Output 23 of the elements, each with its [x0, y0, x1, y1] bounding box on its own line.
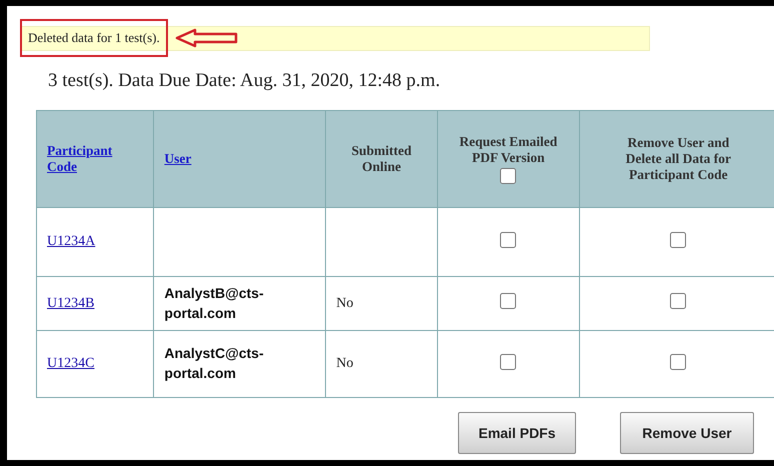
pdf-request-checkbox[interactable] [500, 354, 516, 370]
code-link[interactable]: U1234B [47, 296, 94, 310]
column-header: Request Emailed PDF Version [458, 134, 558, 166]
select-all-checkbox[interactable] [500, 168, 516, 184]
pdf-request-checkbox[interactable] [500, 293, 516, 309]
submitted-status: No [336, 356, 354, 371]
remove-checkbox[interactable] [670, 354, 686, 370]
pdf-request-checkbox[interactable] [500, 232, 516, 248]
remove-checkbox[interactable] [670, 293, 686, 309]
code-link[interactable]: U1234C [47, 356, 94, 371]
column-header: Remove User and Delete all Data for Participant Code [579, 110, 774, 208]
user-email: AnalystB@cts-portal.com [164, 284, 265, 323]
submitted-status: No [336, 296, 354, 310]
status-message: Deleted data for 1 test(s). [20, 19, 168, 57]
user-email: AnalystC@cts-portal.com [164, 344, 265, 383]
remove-user-button[interactable]: Remove User [620, 412, 754, 454]
code-link[interactable]: U1234A [47, 234, 96, 249]
column-header-link[interactable]: User [164, 151, 192, 167]
remove-checkbox[interactable] [670, 232, 686, 248]
summary-text: 3 test(s). Data Due Date: Aug. 31, 2020, 12:48 p.m. [48, 70, 442, 92]
email-pdfs-button[interactable]: Email PDFs [458, 412, 576, 454]
arrow-icon [174, 28, 239, 48]
column-header: Submitted Online [326, 110, 438, 208]
